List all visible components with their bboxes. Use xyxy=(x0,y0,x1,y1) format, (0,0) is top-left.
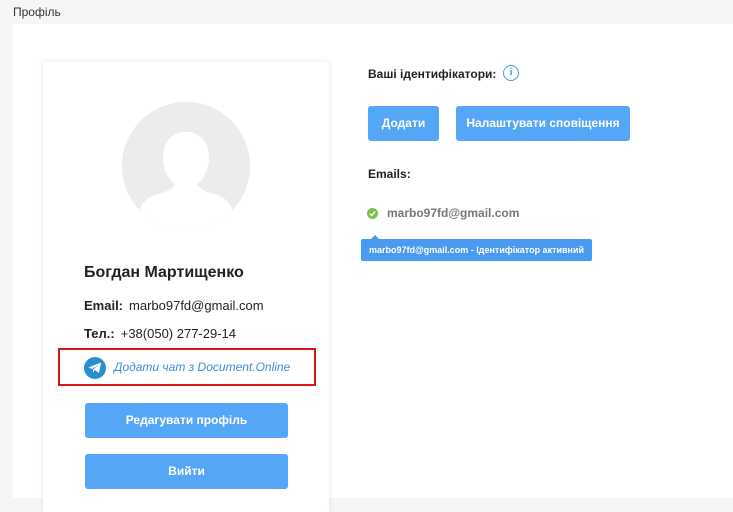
tooltip-text: marbo97fd@gmail.com - Ідентифікатор акти… xyxy=(369,245,585,255)
logout-button[interactable]: Вийти xyxy=(85,454,288,489)
identifiers-title: Ваші ідентифікатори: xyxy=(368,67,497,81)
notification-settings-button[interactable]: Налаштувати сповіщення xyxy=(456,106,630,141)
profile-card: Богдан Мартищенко Email: marbo97fd@gmail.… xyxy=(43,62,329,512)
telegram-highlight-box: Додати чат з Document.Online xyxy=(58,348,316,386)
page-title: Профіль xyxy=(13,5,61,19)
edit-profile-button[interactable]: Редагувати профіль xyxy=(85,403,288,438)
emails-label: Emails: xyxy=(368,167,411,181)
page-header: Профіль xyxy=(0,0,733,24)
avatar-placeholder-icon xyxy=(122,102,250,230)
phone-value: +38(050) 277-29-14 xyxy=(120,326,237,341)
content-area: Богдан Мартищенко Email: marbo97fd@gmail.… xyxy=(13,24,733,512)
add-telegram-chat-link[interactable]: Додати чат з Document.Online xyxy=(114,360,290,374)
user-name: Богдан Мартищенко xyxy=(84,264,244,281)
email-row: Email: marbo97fd@gmail.com xyxy=(84,298,264,313)
email-value: marbo97fd@gmail.com xyxy=(129,298,264,313)
add-identifier-button[interactable]: Додати xyxy=(368,106,439,141)
telegram-icon[interactable] xyxy=(84,357,106,379)
tooltip-arrow xyxy=(371,235,379,239)
phone-label: Тел.: xyxy=(84,326,115,341)
check-circle-icon xyxy=(367,208,378,219)
status-tooltip: marbo97fd@gmail.com - Ідентифікатор акти… xyxy=(361,235,593,261)
email-label: Email: xyxy=(84,298,124,313)
phone-row: Тел.: +38(050) 277-29-14 xyxy=(84,326,236,341)
email-list-item-address: marbo97fd@gmail.com xyxy=(387,206,520,220)
info-icon[interactable]: i xyxy=(503,65,519,81)
